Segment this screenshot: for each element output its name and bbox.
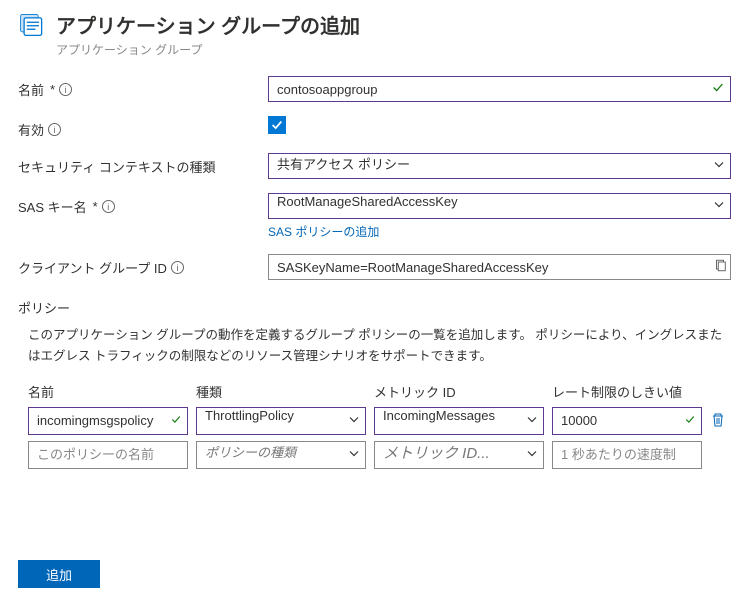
check-icon <box>170 413 182 428</box>
required-mark: * <box>93 199 98 214</box>
policy-section-desc: このアプリケーション グループの動作を定義するグループ ポリシーの一覧を追加しま… <box>0 325 749 368</box>
info-icon[interactable]: i <box>59 83 72 96</box>
page-title: アプリケーション グループの追加 <box>56 10 360 39</box>
policy-type-select-empty[interactable]: ポリシーの種類 <box>196 441 366 469</box>
sas-key-name-select[interactable]: RootManageSharedAccessKey <box>268 193 731 219</box>
info-icon[interactable]: i <box>48 123 61 136</box>
label-enabled: 有効 <box>18 120 44 139</box>
check-icon <box>684 413 696 428</box>
policy-type-select[interactable]: ThrottlingPolicy <box>196 407 366 435</box>
policy-metric-select[interactable]: IncomingMessages <box>374 407 544 435</box>
app-group-icon <box>18 10 46 38</box>
policy-metric-select-empty[interactable]: メトリック ID... <box>374 441 544 469</box>
policy-name-field[interactable] <box>28 407 188 435</box>
policy-row-empty: ポリシーの種類 メトリック ID... <box>28 441 731 469</box>
policy-row: ThrottlingPolicy IncomingMessages <box>28 407 731 435</box>
label-sas-key-name: SAS キー名 <box>18 197 87 216</box>
label-client-group-id: クライアント グループ ID <box>18 258 167 277</box>
check-icon <box>711 81 725 98</box>
col-header-rate: レート制限のしきい値 <box>552 382 702 401</box>
label-security-context-type: セキュリティ コンテキストの種類 <box>18 157 215 176</box>
col-header-type: 種類 <box>196 382 366 401</box>
policy-section-title: ポリシー <box>0 298 749 317</box>
policy-rate-field-empty[interactable] <box>552 441 702 469</box>
info-icon[interactable]: i <box>102 200 115 213</box>
info-icon[interactable]: i <box>171 261 184 274</box>
col-header-name: 名前 <box>28 382 188 401</box>
col-header-metric: メトリック ID <box>374 382 544 401</box>
name-field[interactable] <box>268 76 731 102</box>
add-sas-policy-link[interactable]: SAS ポリシーの追加 <box>268 223 379 240</box>
page-subtitle: アプリケーション グループ <box>56 41 360 58</box>
client-group-id-field[interactable] <box>268 254 731 280</box>
policy-rate-field[interactable] <box>552 407 702 435</box>
required-mark: * <box>50 82 55 97</box>
delete-policy-button[interactable] <box>710 412 728 430</box>
enabled-checkbox[interactable] <box>268 116 286 134</box>
label-name: 名前 <box>18 80 44 99</box>
copy-icon[interactable] <box>713 259 727 276</box>
policy-name-field-empty[interactable] <box>28 441 188 469</box>
add-button[interactable]: 追加 <box>18 560 100 588</box>
security-context-type-select[interactable]: 共有アクセス ポリシー <box>268 153 731 179</box>
